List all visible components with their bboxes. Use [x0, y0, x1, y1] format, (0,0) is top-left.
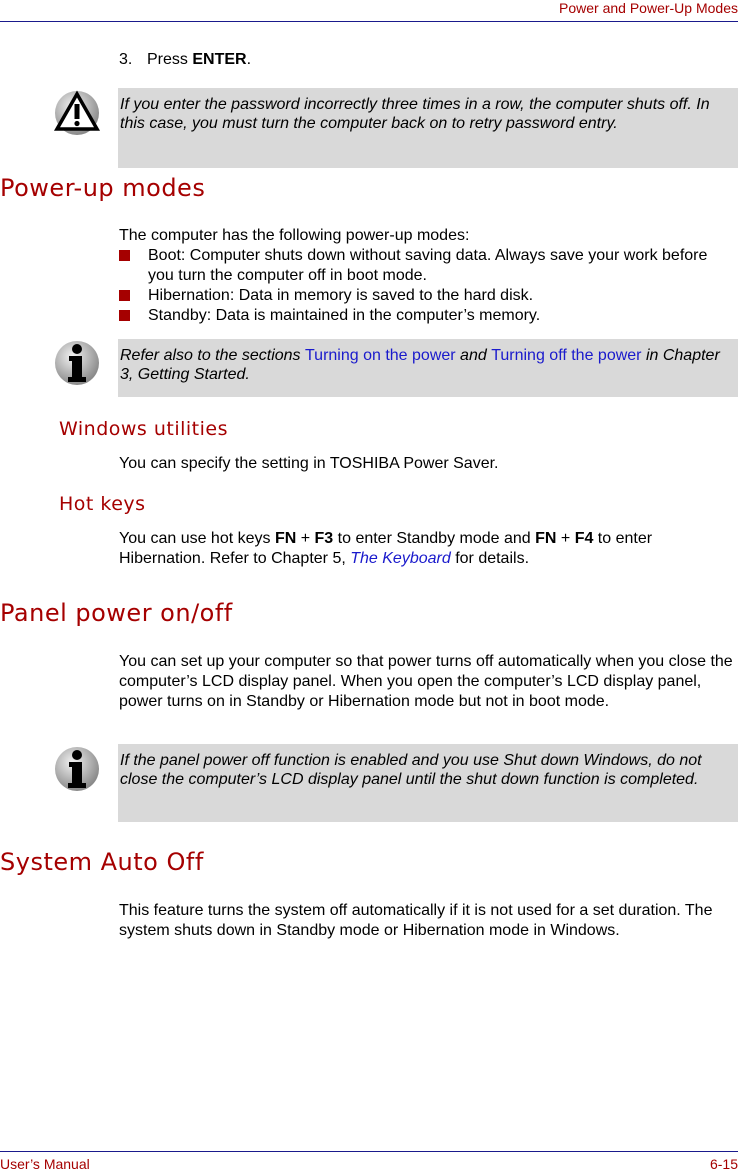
step-key: ENTER [192, 51, 247, 68]
link-turning-off-the-power[interactable]: Turning off the power [491, 347, 641, 364]
heading-panel-power: Panel power on/off [0, 599, 233, 627]
step-3: 3. Press ENTER. [119, 51, 251, 69]
header-rule [0, 21, 738, 22]
hot-keys-text: You can use hot keys FN + F3 to enter St… [119, 529, 737, 569]
system-auto-off-text: This feature turns the system off automa… [119, 902, 713, 939]
list-item: Standby: Data is maintained in the compu… [119, 306, 719, 326]
text: to enter Standby mode and [333, 530, 536, 547]
windows-utilities-text: You can specify the setting in TOSHIBA P… [119, 455, 499, 472]
heading-power-up-modes: Power-up modes [0, 174, 206, 202]
step-text: Press [147, 51, 193, 68]
key-f4: F4 [574, 530, 594, 547]
text: for details. [450, 550, 530, 567]
key-fn: FN [274, 530, 297, 547]
list-item-text: Hibernation: Data in memory is saved to … [148, 287, 534, 304]
panel-power-text: You can set up your computer so that pow… [119, 653, 733, 710]
heading-system-auto-off: System Auto Off [0, 848, 204, 876]
caution-note: If you enter the password incorrectly th… [118, 88, 738, 168]
power-up-intro: The computer has the following power-up … [119, 227, 470, 244]
heading-windows-utilities: Windows utilities [59, 418, 228, 440]
footer-rule [0, 1151, 738, 1152]
info-icon [55, 341, 99, 385]
text: + [296, 530, 315, 547]
link-the-keyboard[interactable]: The Keyboard [350, 550, 451, 567]
link-turning-on-the-power[interactable]: Turning on the power [305, 347, 456, 364]
page-number: 6-15 [709, 1156, 738, 1172]
warning-triangle-icon [53, 90, 101, 135]
heading-hot-keys: Hot keys [59, 493, 146, 515]
text: + [556, 530, 575, 547]
header-title: Power and Power-Up Modes [559, 0, 738, 16]
power-up-modes-list: Boot: Computer shuts down without saving… [119, 246, 719, 326]
note-text: If the panel power off function is enabl… [120, 752, 702, 788]
text: You can use hot keys [119, 530, 275, 547]
bullet-square-icon [119, 250, 130, 261]
bullet-square-icon [119, 290, 130, 301]
list-item-text: Boot: Computer shuts down without saving… [148, 247, 708, 284]
list-item: Boot: Computer shuts down without saving… [119, 246, 719, 286]
footer-manual-title: User’s Manual [0, 1156, 90, 1172]
key-fn: FN [535, 530, 557, 547]
info-icon [55, 747, 99, 791]
bullet-square-icon [119, 310, 130, 321]
list-item-text: Standby: Data is maintained in the compu… [148, 307, 541, 324]
caution-note-text: If you enter the password incorrectly th… [120, 96, 710, 132]
info-note-panel: If the panel power off function is enabl… [118, 744, 738, 822]
info-note-power: Refer also to the sections Turning on th… [118, 339, 738, 397]
key-f3: F3 [314, 530, 334, 547]
step-suffix: . [246, 51, 252, 68]
step-number: 3. [119, 51, 133, 68]
note-text: and [455, 347, 492, 364]
list-item: Hibernation: Data in memory is saved to … [119, 286, 719, 306]
note-text: Refer also to the sections [120, 347, 305, 364]
